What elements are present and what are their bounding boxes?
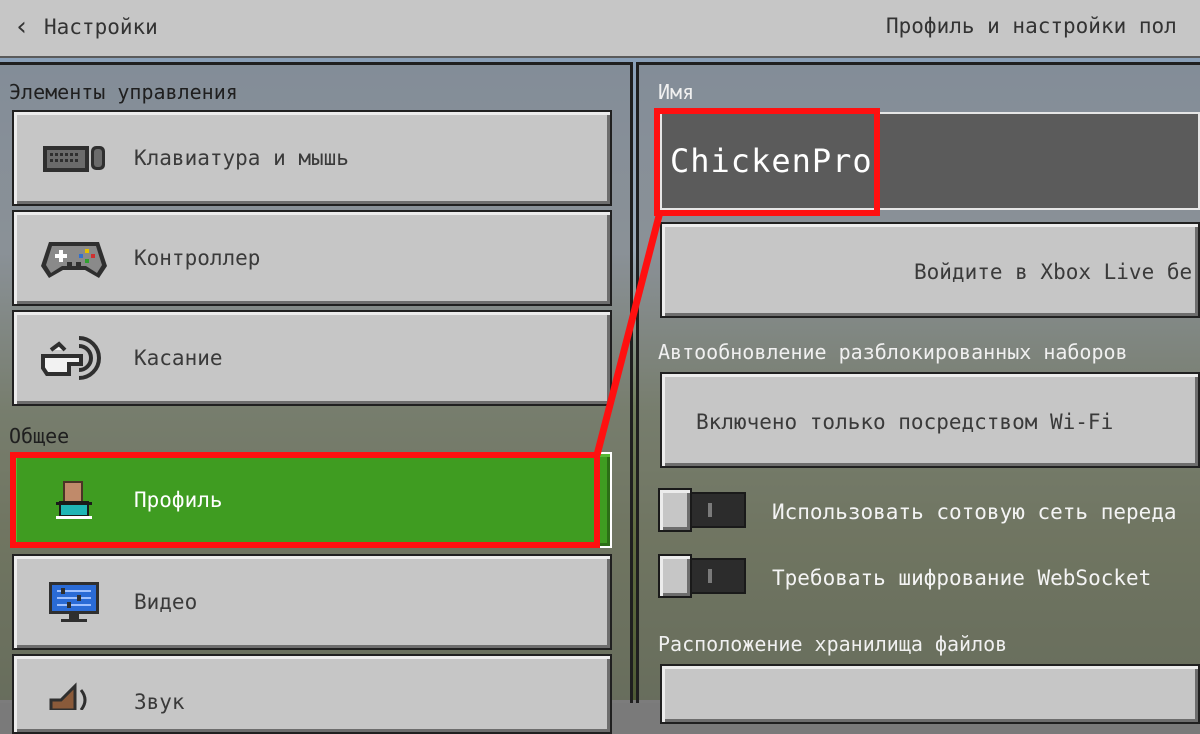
chevron-left-icon: ‹ <box>14 12 30 42</box>
gamepad-icon <box>14 236 134 280</box>
xbox-signin-button[interactable]: Войдите в Xbox Live бе <box>660 222 1200 318</box>
nav-item-label: Профиль <box>134 488 223 512</box>
back-label: Настройки <box>44 15 158 39</box>
section-label-controls: Элементы управления <box>9 80 238 104</box>
toggle-knob <box>658 554 692 598</box>
monitor-icon <box>14 580 134 624</box>
storage-dropdown[interactable] <box>660 664 1200 724</box>
nav-item-keyboard-mouse[interactable]: Клавиатура и мышь <box>12 110 612 206</box>
cellular-toggle[interactable] <box>658 488 746 532</box>
cellular-toggle-label: Использовать сотовую сеть переда <box>772 500 1177 524</box>
toggle-pip <box>708 569 712 583</box>
profile-icon <box>14 480 134 520</box>
nav-item-profile[interactable]: Профиль <box>12 452 612 548</box>
nav-item-label: Видео <box>134 590 198 614</box>
nav-item-controller[interactable]: Контроллер <box>12 210 612 306</box>
websocket-toggle[interactable] <box>658 554 746 598</box>
autoupdate-value: Включено только посредством Wi-Fi <box>696 410 1114 434</box>
name-label: Имя <box>658 80 695 104</box>
nav-item-label: Касание <box>134 346 223 370</box>
speaker-icon <box>14 656 134 710</box>
name-value: ChickenPro <box>670 142 873 180</box>
back-button[interactable]: ‹ Настройки <box>14 10 204 44</box>
nav-item-label: Контроллер <box>134 246 261 270</box>
autoupdate-label: Автообновление разблокированных наборов <box>658 340 1128 364</box>
xbox-signin-label: Войдите в Xbox Live бе <box>914 260 1193 284</box>
page-title: Профиль и настройки пол <box>886 14 1177 38</box>
name-input[interactable]: ChickenPro <box>660 112 1200 210</box>
websocket-toggle-label: Требовать шифрование WebSocket <box>772 566 1152 590</box>
autoupdate-dropdown[interactable]: Включено только посредством Wi-Fi <box>660 372 1200 468</box>
header-bar: ‹ Настройки Профиль и настройки пол <box>0 0 1200 58</box>
storage-label: Расположение хранилища файлов <box>658 632 1008 656</box>
nav-item-touch[interactable]: Касание <box>12 310 612 406</box>
keyboard-mouse-icon <box>14 140 134 176</box>
nav-item-sound[interactable]: Звук <box>12 654 612 734</box>
nav-item-label: Клавиатура и мышь <box>134 146 349 170</box>
nav-item-label: Звук <box>134 690 185 714</box>
toggle-pip <box>708 503 712 517</box>
nav-item-video[interactable]: Видео <box>12 554 612 650</box>
section-label-general: Общее <box>9 424 70 448</box>
toggle-knob <box>658 488 692 532</box>
touch-hand-icon <box>14 334 134 382</box>
